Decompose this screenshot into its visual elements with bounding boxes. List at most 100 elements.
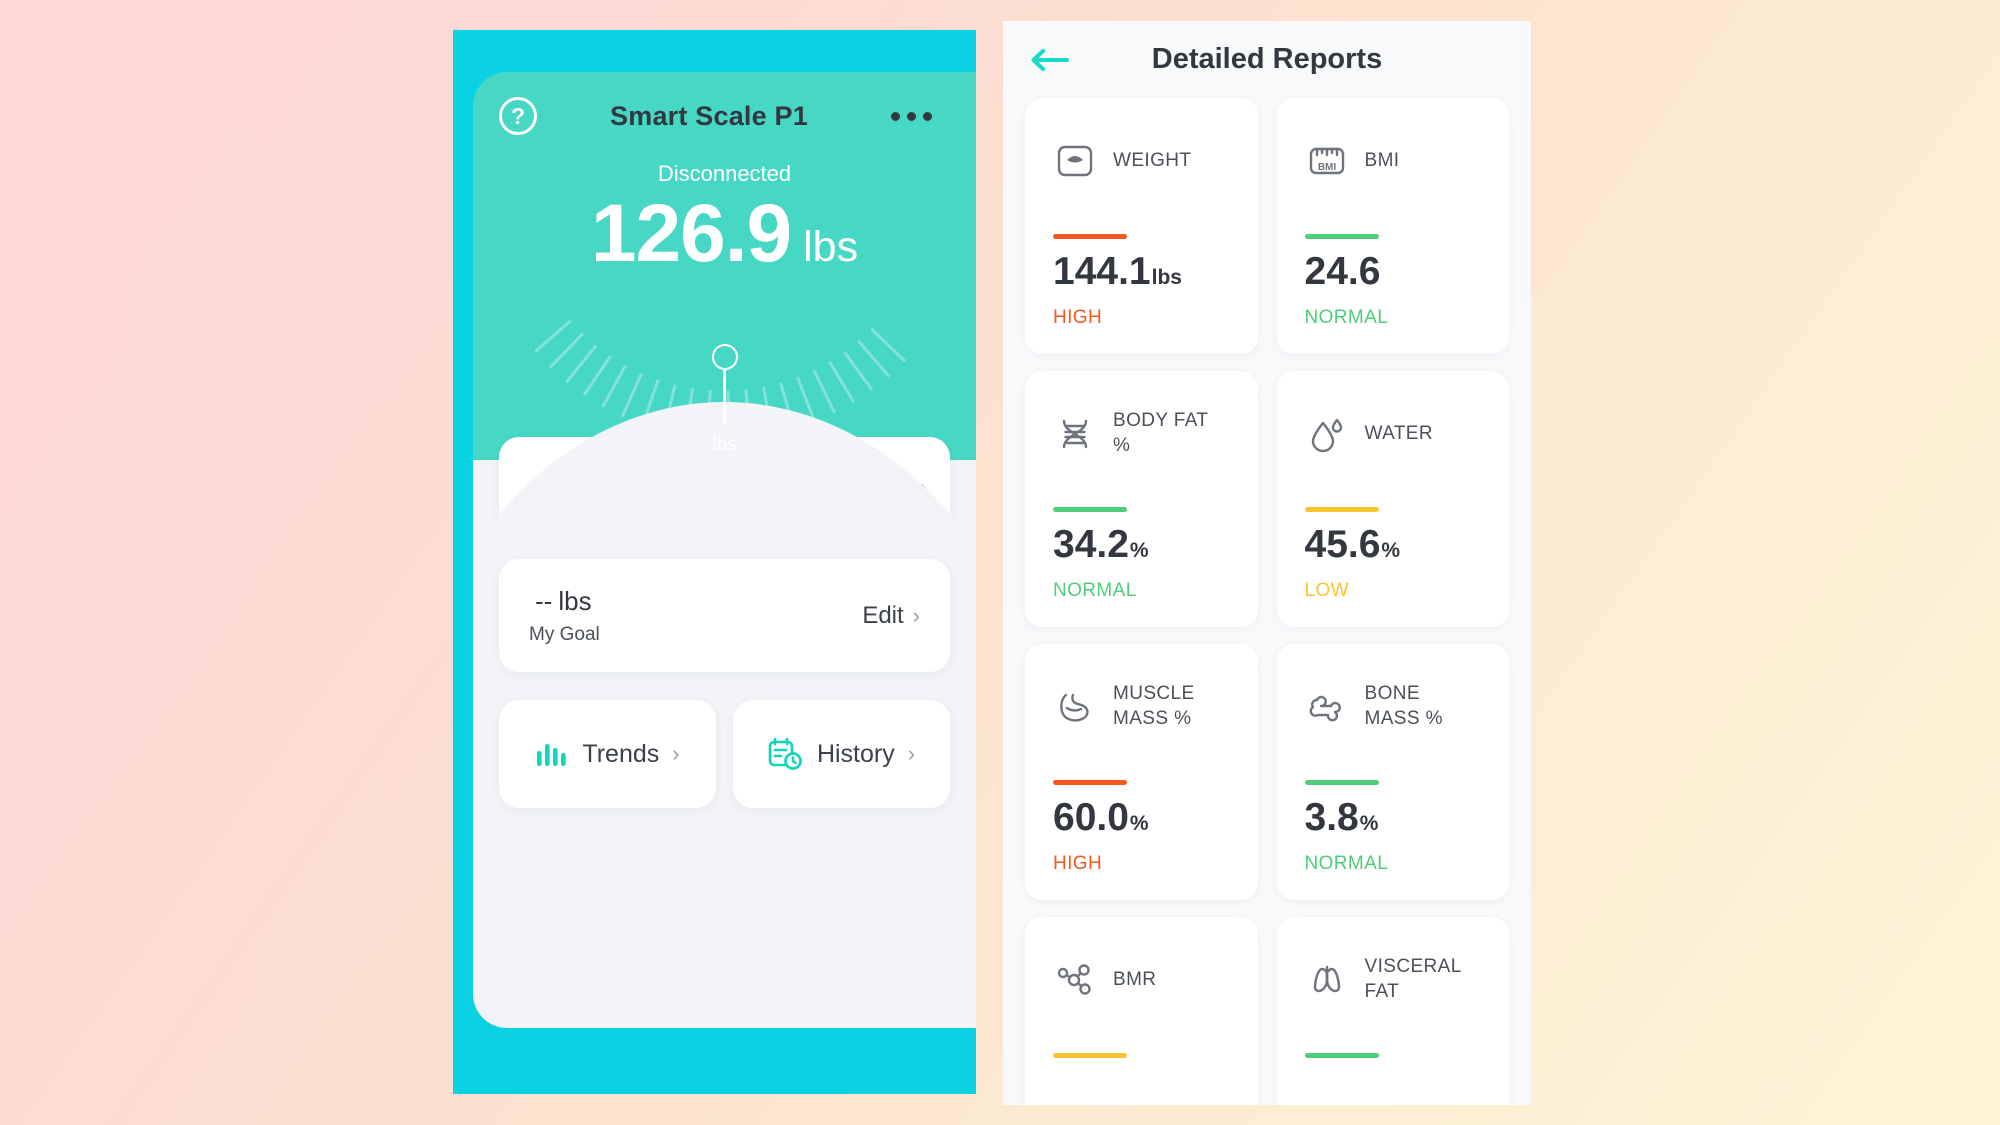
report-card-name: BMR: [1113, 968, 1157, 990]
chevron-right-icon: ›: [912, 602, 920, 628]
lungs-icon: [1305, 958, 1349, 1002]
edit-goal-button[interactable]: Edit ›: [862, 602, 920, 630]
goal-unit: lbs: [558, 586, 592, 616]
needle-knob-icon: [711, 344, 738, 370]
bar-chart-icon: [535, 739, 569, 769]
bmi-ruler-icon: BMI: [1305, 139, 1349, 183]
muscle-arm-icon: [1053, 685, 1097, 729]
status-badge: NORMAL: [1304, 853, 1389, 874]
molecule-icon: [1053, 958, 1097, 1002]
report-card[interactable]: BMR: [1025, 917, 1258, 1105]
scale-hero-card: ? Smart Scale P1 Disconnected 126.9 lbs …: [473, 72, 976, 552]
report-value-number: 60.0: [1053, 796, 1129, 839]
water-drop-icon: [1305, 412, 1349, 456]
report-card-name: BONE MASS %: [1364, 683, 1443, 729]
status-bar: [1053, 234, 1127, 239]
report-card-header: VISCERAL FAT: [1305, 949, 1482, 1011]
report-value-number: 34.2: [1053, 523, 1129, 566]
weight-unit: lbs: [803, 223, 859, 271]
reports-header: Detailed Reports: [1003, 21, 1531, 98]
report-card-value: 24.6: [1305, 252, 1482, 291]
report-card-name: VISCERAL FAT: [1364, 956, 1461, 1002]
chevron-right-icon: ›: [672, 741, 680, 766]
weight-value: 126.9: [590, 188, 792, 279]
report-card[interactable]: VISCERAL FAT: [1276, 917, 1509, 1105]
dna-icon: [1053, 412, 1097, 456]
calendar-clock-icon: [768, 737, 804, 771]
status-bar: [1304, 507, 1379, 512]
overflow-menu-icon[interactable]: [891, 111, 932, 121]
status-bar: [1053, 780, 1127, 785]
report-value-number: 3.8: [1304, 796, 1359, 839]
goal-label: My Goal: [529, 624, 600, 645]
report-card[interactable]: BMI BMI 24.6 NORMAL: [1276, 98, 1509, 354]
report-card-value: 60.0%: [1053, 798, 1230, 837]
svg-text:BMI: BMI: [1317, 162, 1336, 173]
report-card-name: MUSCLE MASS %: [1113, 683, 1195, 729]
report-card-value: 144.1lbs: [1053, 252, 1230, 291]
chevron-right-icon: ›: [907, 741, 916, 766]
goal-values: -- lbs My Goal: [529, 585, 600, 646]
report-card[interactable]: WEIGHT 144.1lbs HIGH: [1025, 98, 1258, 354]
history-button[interactable]: History ›: [733, 700, 950, 808]
report-card[interactable]: BONE MASS % 3.8% NORMAL: [1276, 644, 1509, 900]
report-card[interactable]: WATER 45.6% LOW: [1276, 371, 1509, 627]
scale-icon: [1053, 139, 1097, 183]
smart-scale-phone-panel: ? Smart Scale P1 Disconnected 126.9 lbs …: [453, 30, 976, 1094]
reports-grid: WEIGHT 144.1lbs HIGH BMI BMI 24.6 NORMAL BODY F…: [1003, 98, 1531, 1105]
report-value-unit: %: [1129, 539, 1149, 562]
needle-stem: [723, 370, 726, 424]
goal-value: --: [535, 586, 553, 616]
report-card-header: BONE MASS %: [1305, 676, 1482, 738]
report-card-name: WEIGHT: [1113, 149, 1192, 171]
status-bar: [1053, 1053, 1127, 1058]
report-card-value: 45.6%: [1305, 525, 1482, 564]
trends-button[interactable]: Trends ›: [499, 700, 716, 808]
my-goal-card[interactable]: -- lbs My Goal Edit ›: [499, 559, 950, 672]
status-bar: [1304, 780, 1379, 785]
connection-status: Disconnected: [657, 161, 792, 186]
status-bar: [1304, 1053, 1379, 1058]
report-card-value: 3.8%: [1305, 798, 1482, 837]
report-value-unit: lbs: [1151, 266, 1182, 289]
report-card-header: WATER: [1305, 403, 1482, 465]
edit-label: Edit: [862, 601, 904, 629]
report-value-number: 45.6: [1304, 523, 1381, 566]
report-card-header: BMR: [1053, 949, 1230, 1011]
report-card-header: BODY FAT %: [1053, 403, 1230, 465]
detailed-reports-panel: Detailed Reports WEIGHT 144.1lbs HIGH BMI BM…: [1003, 21, 1531, 1105]
bone-icon: [1305, 685, 1349, 729]
report-card[interactable]: BODY FAT % 34.2% NORMAL: [1025, 371, 1258, 627]
report-card-value: [1305, 1071, 1482, 1105]
status-bar: [1304, 234, 1379, 239]
history-label: History: [816, 739, 895, 768]
report-card-value: [1053, 1071, 1230, 1105]
report-card[interactable]: MUSCLE MASS % 60.0% HIGH: [1025, 644, 1258, 900]
report-value-number: 24.6: [1304, 250, 1381, 293]
report-card-header: MUSCLE MASS %: [1053, 676, 1230, 738]
dial-unit-label: lbs: [712, 434, 737, 455]
status-badge: NORMAL: [1053, 580, 1137, 601]
hero-header: ? Smart Scale P1: [473, 72, 976, 135]
reports-title: Detailed Reports: [1151, 43, 1383, 75]
current-weight-readout: 126.9 lbs: [473, 193, 976, 275]
page-title: Smart Scale P1: [610, 100, 808, 131]
status-badge: NORMAL: [1304, 307, 1389, 328]
report-value-unit: %: [1381, 539, 1401, 562]
report-card-header: WEIGHT: [1053, 130, 1230, 192]
report-card-name: WATER: [1364, 422, 1433, 444]
quick-actions-row: Trends › History ›: [499, 700, 950, 808]
report-value-number: 144.1: [1053, 250, 1151, 293]
report-value-unit: %: [1129, 812, 1149, 835]
status-badge: HIGH: [1053, 853, 1103, 874]
report-card-header: BMI BMI: [1305, 130, 1482, 192]
report-card-value: 34.2%: [1053, 525, 1230, 564]
report-card-name: BMI: [1364, 149, 1400, 171]
status-bar: [1053, 507, 1127, 512]
dial-needle: lbs: [711, 344, 738, 456]
status-badge: HIGH: [1053, 307, 1103, 328]
report-card-name: BODY FAT %: [1113, 410, 1209, 456]
trends-label: Trends: [582, 739, 660, 768]
report-value-unit: %: [1359, 812, 1379, 835]
status-badge: LOW: [1304, 580, 1349, 601]
